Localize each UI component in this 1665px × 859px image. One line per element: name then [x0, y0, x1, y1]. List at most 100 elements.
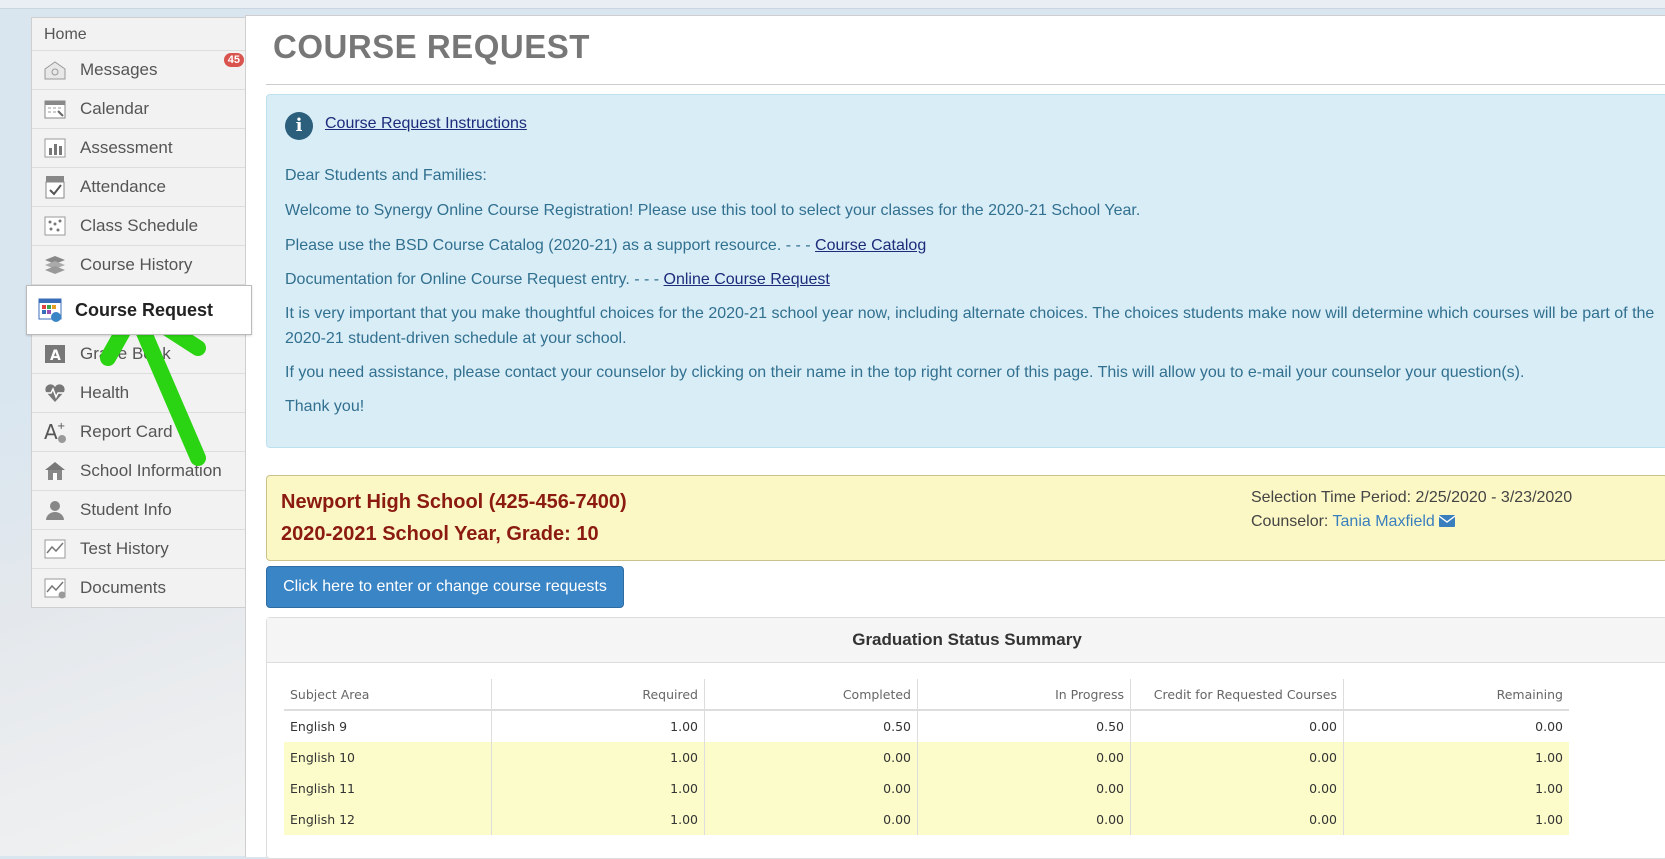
school-information-icon	[42, 458, 68, 484]
sidebar-item-student-info[interactable]: Student Info	[32, 491, 248, 530]
sidebar-item-label: Test History	[80, 539, 169, 558]
table-cell: 0.00	[704, 804, 918, 835]
sidebar-item-label: Course History	[80, 255, 193, 274]
table-row: English 11 1.00 0.00 0.00 0.00 1.00	[284, 773, 1569, 804]
table-cell: 1.00	[1343, 773, 1569, 804]
sidebar-item-label: Health	[80, 383, 130, 402]
page-title: COURSE REQUEST	[273, 28, 590, 65]
table-cell: 0.00	[704, 773, 918, 804]
sidebar-item-calendar[interactable]: Calendar	[32, 90, 248, 129]
table-cell: 0.00	[1130, 773, 1344, 804]
sidebar-item-label: Course Request	[75, 299, 214, 320]
thanks-text: Thank you!	[285, 398, 365, 415]
envelope-icon[interactable]	[1438, 515, 1456, 527]
table-cell: 0.50	[917, 710, 1131, 742]
table-cell: English 9	[290, 719, 348, 734]
sidebar-item-label: Student Info	[80, 500, 172, 519]
table-cell: 1.00	[491, 804, 705, 835]
enter-course-requests-button[interactable]: Click here to enter or change course req…	[266, 566, 624, 608]
top-strip	[0, 0, 1665, 9]
column-header: Required	[491, 679, 705, 711]
school-name: Newport High School (425-456-7400)	[281, 491, 627, 513]
sidebar-item-documents[interactable]: Documents	[32, 569, 248, 607]
table-cell: 1.00	[491, 710, 705, 742]
sidebar-item-label: School Information	[80, 461, 222, 480]
table-cell: 1.00	[491, 742, 705, 773]
course-history-icon	[42, 252, 68, 278]
course-request-instructions-link[interactable]: Course Request Instructions	[325, 115, 527, 133]
sidebar-item-label: Class Schedule	[80, 216, 199, 235]
table-row: English 12 1.00 0.00 0.00 0.00 1.00	[284, 804, 1569, 835]
table-cell: 0.00	[917, 804, 1131, 835]
sidebar-item-assessment[interactable]: Assessment	[32, 129, 248, 168]
health-icon	[42, 380, 68, 406]
info-icon: i	[285, 112, 313, 140]
column-header: Credit for Requested Courses	[1130, 679, 1344, 711]
sidebar-item-course-history[interactable]: Course History	[32, 246, 248, 285]
sidebar-item-messages[interactable]: Messages 45	[32, 51, 248, 90]
catalog-text: Please use the BSD Course Catalog (2020-…	[285, 237, 816, 254]
svg-text:+: +	[57, 421, 65, 432]
counselor-name-link[interactable]: Tania Maxfield	[1333, 513, 1435, 530]
sidebar-item-label: Messages	[80, 60, 158, 79]
instructions-panel: i Course Request Instructions Dear Stude…	[266, 94, 1665, 448]
grade-book-icon: A	[42, 341, 68, 367]
selection-period: Selection Time Period: 2/25/2020 - 3/23/…	[1251, 489, 1573, 506]
table-row: English 10 1.00 0.00 0.00 0.00 1.00	[284, 742, 1569, 773]
sidebar-item-label: Calendar	[80, 99, 149, 118]
table-cell: 0.00	[1130, 710, 1344, 742]
sidebar-item-test-history[interactable]: Test History	[32, 530, 248, 569]
course-catalog-link[interactable]: Course Catalog	[815, 237, 926, 254]
table-cell: English 10	[284, 742, 492, 773]
class-schedule-icon	[42, 213, 68, 239]
sidebar-item-school-information[interactable]: School Information	[32, 452, 248, 491]
table-cell: 0.00	[1130, 804, 1344, 835]
column-header: In Progress	[917, 679, 1131, 711]
column-header: Completed	[704, 679, 918, 711]
table-cell: 0.00	[917, 742, 1131, 773]
table-cell: 0.50	[704, 710, 918, 742]
catalog-line: Please use the BSD Course Catalog (2020-…	[285, 233, 1660, 258]
table-cell: 1.00	[491, 773, 705, 804]
graduation-summary-title: Graduation Status Summary	[267, 618, 1665, 663]
counselor-label: Counselor:	[1251, 513, 1333, 530]
graduation-table: Subject Area Required Completed In Progr…	[284, 679, 1569, 835]
greeting-text: Dear Students and Families:	[285, 167, 487, 184]
sidebar-item-attendance[interactable]: Attendance	[32, 168, 248, 207]
assistance-text: If you need assistance, please contact y…	[285, 364, 1525, 381]
attendance-icon	[42, 174, 68, 200]
documentation-line: Documentation for Online Course Request …	[285, 267, 1660, 292]
main-content: COURSE REQUEST i Course Request Instruct…	[245, 15, 1665, 859]
table-cell: 0.00	[704, 742, 918, 773]
title-divider	[266, 84, 1665, 85]
course-request-icon	[37, 297, 63, 323]
sidebar-home[interactable]: Home	[32, 18, 248, 51]
table-cell: English 12	[284, 804, 492, 835]
sidebar-item-class-schedule[interactable]: Class Schedule	[32, 207, 248, 246]
online-course-request-link[interactable]: Online Course Request	[664, 271, 830, 288]
sidebar-nav: Home Messages 45 Calendar Assessment Att…	[26, 17, 252, 608]
sidebar-item-health[interactable]: Health	[32, 374, 248, 413]
sidebar-item-label: Report Card	[80, 422, 173, 441]
school-year-grade: 2020-2021 School Year, Grade: 10	[281, 523, 599, 545]
svg-text:A: A	[50, 348, 61, 364]
table-cell: English 11	[284, 773, 492, 804]
table-header-row: Subject Area Required Completed In Progr…	[284, 679, 1569, 711]
sidebar-item-course-request[interactable]: Course Request	[26, 285, 252, 335]
sidebar-item-report-card[interactable]: A + Report Card	[32, 413, 248, 452]
sidebar-item-label: Documents	[80, 578, 166, 597]
student-info-icon	[42, 497, 68, 523]
assessment-icon	[42, 135, 68, 161]
counselor-line: Counselor: Tania Maxfield	[1251, 513, 1456, 531]
messages-count-badge: 45	[223, 53, 244, 67]
important-text: It is very important that you make thoug…	[285, 305, 1655, 347]
welcome-text: Welcome to Synergy Online Course Registr…	[285, 202, 1141, 219]
svg-text:A: A	[44, 420, 58, 444]
report-card-icon: A +	[42, 419, 68, 445]
column-header: Subject Area	[284, 679, 492, 711]
sidebar-item-label: Assessment	[80, 138, 173, 157]
column-header: Remaining	[1343, 679, 1569, 711]
table-cell: 0.00	[1343, 710, 1569, 742]
sidebar-item-grade-book[interactable]: A Grade Book	[32, 335, 248, 374]
table-cell: 1.00	[1343, 804, 1569, 835]
